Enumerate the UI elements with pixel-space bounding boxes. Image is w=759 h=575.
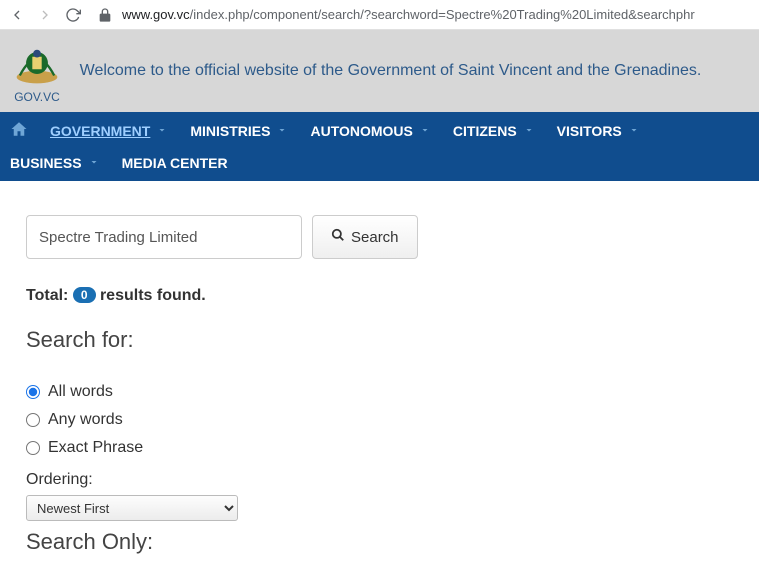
search-only-title: Search Only: bbox=[26, 529, 733, 555]
radio-any-words[interactable]: Any words bbox=[26, 411, 733, 429]
forward-icon[interactable] bbox=[36, 6, 54, 24]
chevron-down-icon bbox=[88, 155, 100, 171]
home-icon[interactable] bbox=[10, 120, 28, 141]
chevron-down-icon bbox=[419, 123, 431, 139]
results-count-badge: 0 bbox=[73, 287, 96, 303]
radio-exact-phrase-input[interactable] bbox=[26, 441, 40, 455]
nav-autonomous[interactable]: AUTONOMOUS bbox=[310, 123, 430, 139]
search-for-title: Search for: bbox=[26, 327, 733, 353]
reload-icon[interactable] bbox=[64, 6, 82, 24]
address-bar[interactable]: www.gov.vc/index.php/component/search/?s… bbox=[92, 6, 751, 24]
chevron-down-icon bbox=[276, 123, 288, 139]
site-logo[interactable]: GOV.VC bbox=[12, 38, 62, 104]
nav-ministries[interactable]: MINISTRIES bbox=[190, 123, 288, 139]
search-button[interactable]: Search bbox=[312, 215, 418, 259]
radio-all-words-input[interactable] bbox=[26, 385, 40, 399]
url-text: www.gov.vc/index.php/component/search/?s… bbox=[122, 7, 695, 22]
search-icon bbox=[331, 228, 345, 246]
search-mode-radios: All words Any words Exact Phrase bbox=[26, 383, 733, 457]
chevron-down-icon bbox=[523, 123, 535, 139]
radio-any-words-input[interactable] bbox=[26, 413, 40, 427]
chevron-down-icon bbox=[628, 123, 640, 139]
content-area: Search Total: 0 results found. Search fo… bbox=[0, 181, 759, 575]
search-row: Search bbox=[26, 215, 733, 259]
ordering-select[interactable]: Newest First bbox=[26, 495, 238, 521]
radio-all-words[interactable]: All words bbox=[26, 383, 733, 401]
results-total: Total: 0 results found. bbox=[26, 287, 733, 305]
nav-business[interactable]: BUSINESS bbox=[10, 155, 100, 171]
site-logo-label: GOV.VC bbox=[14, 90, 60, 104]
browser-toolbar: www.gov.vc/index.php/component/search/?s… bbox=[0, 0, 759, 30]
lock-icon bbox=[96, 6, 114, 24]
back-icon[interactable] bbox=[8, 6, 26, 24]
welcome-text: Welcome to the official website of the G… bbox=[74, 62, 747, 80]
radio-exact-phrase[interactable]: Exact Phrase bbox=[26, 439, 733, 457]
nav-government[interactable]: GOVERNMENT bbox=[50, 123, 168, 139]
main-nav: GOVERNMENT MINISTRIES AUTONOMOUS CITIZEN… bbox=[0, 112, 759, 181]
nav-citizens[interactable]: CITIZENS bbox=[453, 123, 535, 139]
nav-visitors[interactable]: VISITORS bbox=[557, 123, 640, 139]
search-button-label: Search bbox=[351, 229, 399, 246]
ordering-label: Ordering: bbox=[26, 471, 733, 489]
chevron-down-icon bbox=[156, 123, 168, 139]
nav-media-center[interactable]: MEDIA CENTER bbox=[122, 155, 228, 171]
search-input[interactable] bbox=[26, 215, 302, 259]
site-banner: GOV.VC Welcome to the official website o… bbox=[0, 30, 759, 112]
